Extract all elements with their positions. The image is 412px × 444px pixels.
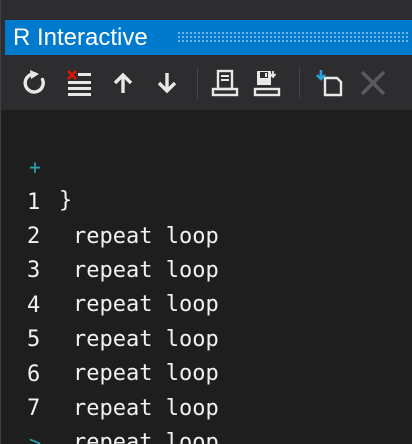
output-line: 1 repeat loop [1,152,219,249]
window-tab[interactable]: R Interactive [5,20,412,55]
output-line-text: repeat loop [73,430,219,444]
interrupt-icon [360,70,386,96]
output-line: 2 repeat loop [1,186,219,283]
output-line-text: repeat loop [73,361,219,386]
toolbar-separator [197,67,198,99]
output-line: 6 repeat loop [1,324,219,421]
interrupt-button[interactable] [359,69,387,97]
reset-button[interactable] [21,69,49,97]
window-title: R Interactive [13,24,148,51]
save-workspace-icon [253,71,281,97]
continuation-line: + } [1,116,80,213]
set-directory-button[interactable] [315,69,343,97]
output-line: 3 repeat loop [1,220,219,317]
load-workspace-button[interactable] [211,69,239,97]
history-up-icon [113,72,133,93]
input-prompt: > [29,431,42,444]
console-output[interactable]: + } 1 repeat loop 2 repeat loop 3 repeat… [1,110,412,444]
output-line-text: repeat loop [73,258,219,283]
load-workspace-icon [211,69,239,97]
output-line: 7 repeat loop [1,358,219,444]
reset-icon [23,70,45,94]
title-grip[interactable] [177,31,409,43]
save-workspace-button[interactable] [253,69,281,97]
history-up-button[interactable] [109,69,137,97]
output-line-text: repeat loop [73,292,219,317]
history-down-icon [157,73,177,94]
title-bar: R Interactive [1,0,412,55]
output-line-text: repeat loop [73,327,219,352]
clear-button[interactable] [65,69,93,97]
output-line: 5 repeat loop [1,289,219,386]
output-line-text: repeat loop [73,396,219,421]
history-down-button[interactable] [153,69,181,97]
output-line-text: repeat loop [73,224,219,249]
r-interactive-window: R Interactive +} 1 repeat loop 2 repeat… [0,0,412,444]
toolbar-separator [299,67,300,99]
toolbar [1,55,412,110]
input-line[interactable]: > [1,392,80,444]
set-directory-icon [316,70,343,97]
output-line: 4 repeat loop [1,255,219,352]
clear-icon [67,70,91,96]
